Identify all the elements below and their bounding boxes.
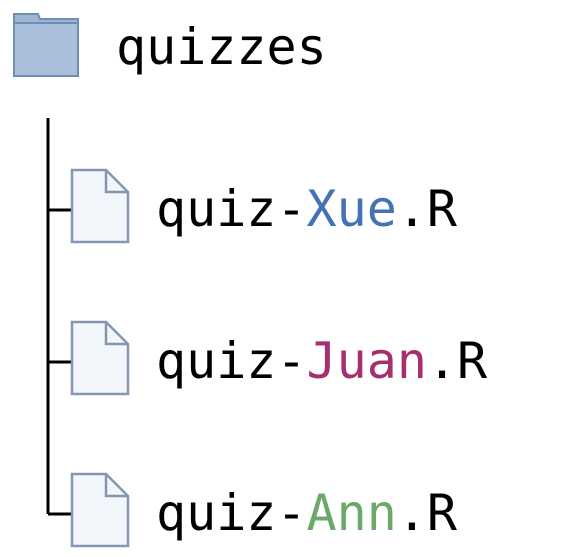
folder-name: quizzes <box>116 18 327 76</box>
file-name: quiz-Xue.R <box>156 184 457 234</box>
file-name-highlight: Ann <box>306 484 397 542</box>
file-icon <box>70 472 130 548</box>
file-name-extension: .R <box>426 332 488 390</box>
file-name-prefix: quiz- <box>156 332 307 390</box>
file-name: quiz-Ann.R <box>156 488 457 538</box>
file-name-extension: .R <box>396 484 458 542</box>
file-tree: quizzes quiz-Xue.R quiz-Juan.R quiz-Ann.… <box>0 0 574 557</box>
file-name-highlight: Juan <box>306 332 427 390</box>
file-name-prefix: quiz- <box>156 180 307 238</box>
file-name-extension: .R <box>396 180 458 238</box>
file-name-prefix: quiz- <box>156 484 307 542</box>
file-icon <box>70 168 130 244</box>
file-name: quiz-Juan.R <box>156 336 487 386</box>
folder-icon <box>13 13 79 77</box>
file-icon <box>70 320 130 396</box>
file-name-highlight: Xue <box>306 180 397 238</box>
